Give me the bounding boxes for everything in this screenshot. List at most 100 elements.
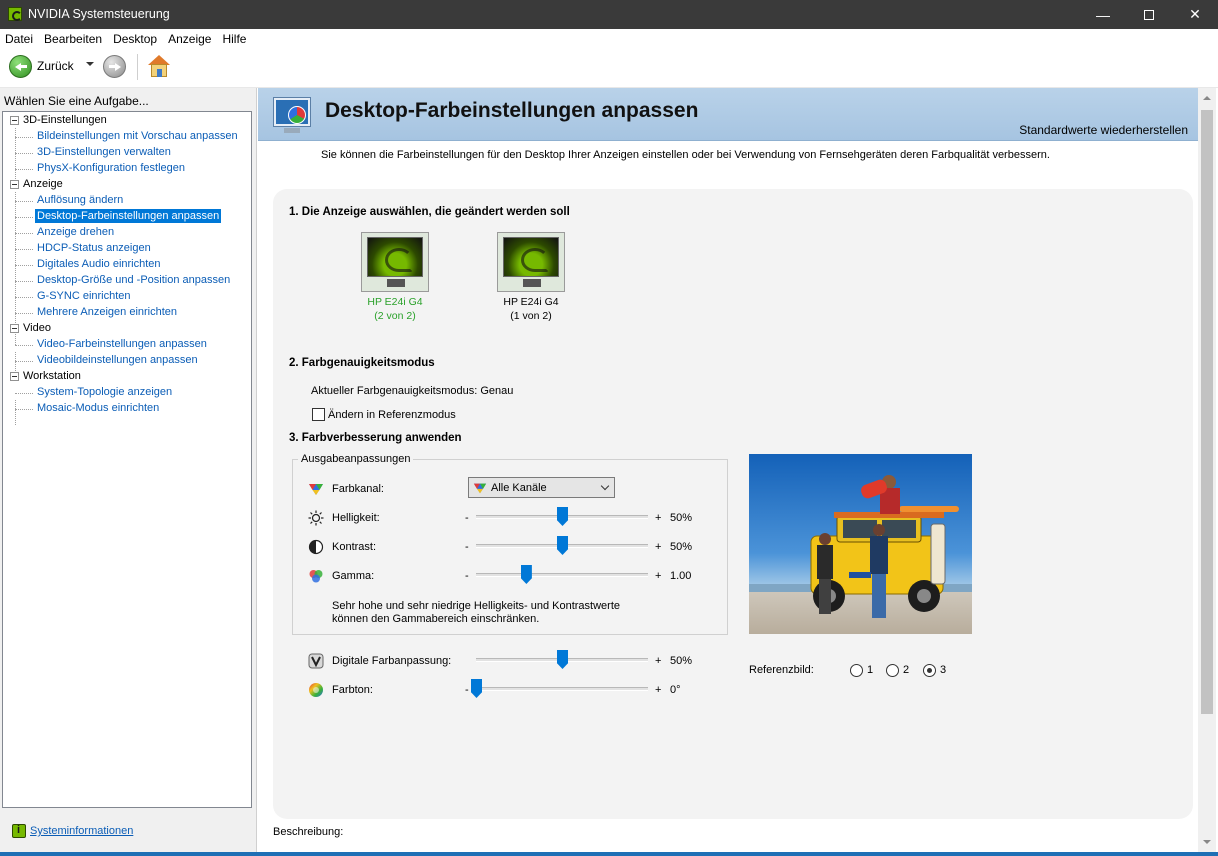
brightness-value: 50% [670, 512, 693, 524]
vertical-scrollbar[interactable] [1198, 88, 1216, 856]
gamma-minus: - [465, 570, 469, 582]
hue-plus: + [655, 684, 662, 696]
toolbar-separator [137, 54, 138, 80]
color-channel-icon [309, 484, 323, 495]
contrast-label: Kontrast: [332, 541, 377, 553]
tree-item[interactable]: Mehrere Anzeigen einrichten [3, 305, 251, 321]
collapse-icon[interactable] [10, 372, 19, 381]
back-button-label[interactable]: Zurück [37, 59, 74, 73]
maximize-icon [1144, 9, 1154, 20]
task-pane-label: Wählen Sie eine Aufgabe... [4, 94, 149, 108]
section-color-accuracy: 2. Farbgenauigkeitsmodus [289, 357, 435, 369]
task-tree[interactable]: 3D-Einstellungen Bildeinstellungen mit V… [2, 111, 252, 808]
hue-icon [309, 683, 323, 697]
hue-slider-thumb[interactable] [471, 679, 482, 698]
menu-desktop[interactable]: Desktop [108, 29, 163, 49]
minimize-button[interactable]: — [1080, 0, 1126, 29]
tree-item[interactable]: Bildeinstellungen mit Vorschau anpassen [3, 129, 251, 145]
display-index: (1 von 2) [510, 310, 552, 322]
tree-category-workstation[interactable]: Workstation [3, 369, 251, 385]
hue-label: Farbton: [332, 684, 373, 696]
brightness-label: Helligkeit: [332, 512, 380, 524]
collapse-icon[interactable] [10, 116, 19, 125]
collapse-icon[interactable] [10, 180, 19, 189]
restore-defaults-link[interactable]: Standardwerte wiederherstellen [1019, 123, 1188, 137]
digital-vibrance-value: 50% [670, 655, 693, 667]
gamma-value: 1.00 [670, 570, 692, 582]
display-name: HP E24i G4 [367, 296, 423, 308]
brightness-plus: + [655, 512, 662, 524]
nvidia-app-icon [8, 7, 22, 21]
close-icon: ✕ [1189, 6, 1201, 22]
tree-item[interactable]: Video-Farbeinstellungen anpassen [3, 337, 251, 353]
tree-item[interactable]: System-Topologie anzeigen [3, 385, 251, 401]
tree-category-3d[interactable]: 3D-Einstellungen [3, 113, 251, 129]
tree-item[interactable]: PhysX-Konfiguration festlegen [3, 161, 251, 177]
tree-item[interactable]: 3D-Einstellungen verwalten [3, 145, 251, 161]
home-icon[interactable] [147, 55, 171, 79]
reference-mode-checkbox[interactable] [312, 408, 325, 421]
tree-item-selected[interactable]: Desktop-Farbeinstellungen anpassen [3, 209, 251, 225]
reference-radio-3[interactable] [923, 664, 936, 677]
chevron-down-icon [600, 481, 610, 491]
reference-radio-2-label[interactable]: 2 [903, 664, 909, 676]
window-bottom-border [0, 852, 1218, 856]
scroll-down-icon[interactable] [1203, 840, 1211, 844]
display-tile-2[interactable]: HP E24i G4 (2 von 2) [350, 232, 440, 322]
page-intro: Sie können die Farbeinstellungen für den… [321, 149, 1050, 161]
tree-category-anzeige[interactable]: Anzeige [3, 177, 251, 193]
scroll-thumb[interactable] [1201, 110, 1213, 714]
color-channel-select[interactable]: Alle Kanäle [468, 477, 615, 498]
menu-hilfe[interactable]: Hilfe [217, 29, 252, 49]
hue-slider[interactable] [476, 687, 648, 691]
current-mode-text: Aktueller Farbgenauigkeitsmodus: Genau [311, 385, 514, 397]
brightness-icon [308, 510, 324, 526]
tree-item[interactable]: Anzeige drehen [3, 225, 251, 241]
close-button[interactable]: ✕ [1172, 0, 1218, 29]
contrast-minus: - [465, 541, 469, 553]
back-arrow-icon[interactable] [9, 55, 32, 78]
collapse-icon[interactable] [10, 324, 19, 333]
scroll-up-icon[interactable] [1203, 96, 1211, 100]
output-adjustments-title: Ausgabeanpassungen [298, 453, 414, 465]
system-info-icon [12, 824, 26, 838]
tree-item[interactable]: Mosaic-Modus einrichten [3, 401, 251, 417]
pane-splitter[interactable] [256, 88, 257, 856]
tree-item[interactable]: Auflösung ändern [3, 193, 251, 209]
tree-item[interactable]: Videobildeinstellungen anpassen [3, 353, 251, 369]
history-dropdown-icon[interactable] [86, 62, 94, 66]
reference-radio-3-label[interactable]: 3 [940, 664, 946, 676]
task-pane: Wählen Sie eine Aufgabe... 3D-Einstellun… [0, 88, 256, 856]
reference-radio-1[interactable] [850, 664, 863, 677]
tree-item[interactable]: Desktop-Größe und -Position anpassen [3, 273, 251, 289]
reference-radio-2[interactable] [886, 664, 899, 677]
reference-mode-label[interactable]: Ändern in Referenzmodus [328, 409, 456, 421]
maximize-button[interactable] [1126, 0, 1172, 29]
digital-vibrance-slider-thumb[interactable] [557, 650, 568, 669]
menu-datei[interactable]: Datei [0, 29, 39, 49]
color-channel-value: Alle Kanäle [491, 482, 547, 494]
section-color-enhancement: 3. Farbverbesserung anwenden [289, 432, 462, 444]
contrast-value: 50% [670, 541, 693, 553]
section-select-display: 1. Die Anzeige auswählen, die geändert w… [289, 206, 570, 218]
tree-category-video[interactable]: Video [3, 321, 251, 337]
gamma-slider[interactable] [476, 573, 648, 577]
display-tile-1[interactable]: HP E24i G4 (1 von 2) [486, 232, 576, 322]
digital-vibrance-plus: + [655, 655, 662, 667]
menu-anzeige[interactable]: Anzeige [163, 29, 217, 49]
menu-bearbeiten[interactable]: Bearbeiten [39, 29, 108, 49]
tree-item[interactable]: Digitales Audio einrichten [3, 257, 251, 273]
gamma-label: Gamma: [332, 570, 375, 582]
tree-item[interactable]: HDCP-Status anzeigen [3, 241, 251, 257]
contrast-plus: + [655, 541, 662, 553]
hue-minus: - [465, 684, 469, 696]
tree-item[interactable]: G-SYNC einrichten [3, 289, 251, 305]
content-pane: Desktop-Farbeinstellungen anpassen Stand… [258, 88, 1218, 856]
gamma-icon [309, 570, 323, 583]
minimize-icon: — [1096, 6, 1110, 23]
forward-arrow-icon[interactable] [103, 55, 126, 78]
page-title: Desktop-Farbeinstellungen anpassen [325, 99, 699, 122]
monitor-icon [361, 232, 429, 292]
reference-radio-1-label[interactable]: 1 [867, 664, 873, 676]
reference-photo [749, 454, 972, 634]
